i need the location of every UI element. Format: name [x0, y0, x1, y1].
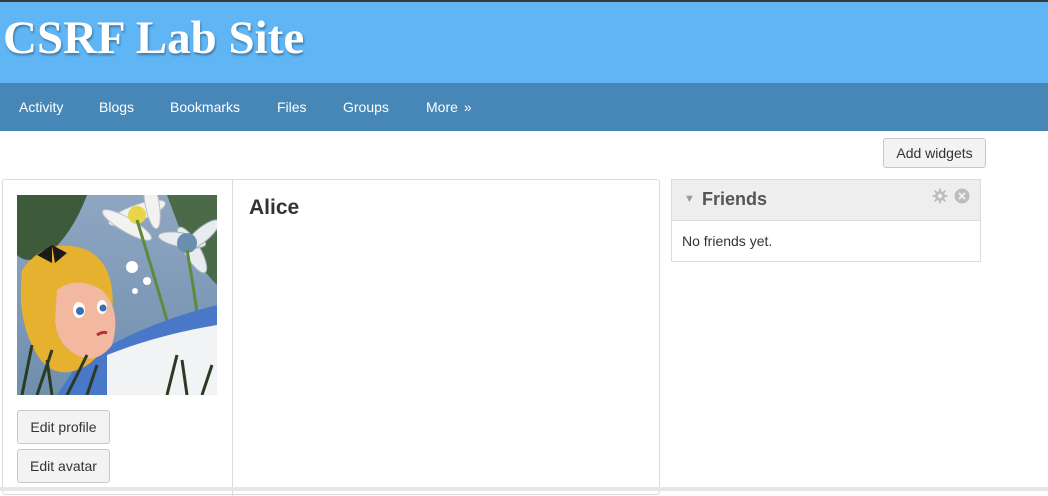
edit-profile-button[interactable]: Edit profile: [17, 410, 110, 444]
friends-widget-title: Friends: [702, 189, 768, 209]
nav-item-files[interactable]: Files: [277, 83, 307, 131]
edit-avatar-button[interactable]: Edit avatar: [17, 449, 110, 483]
nav-item-groups[interactable]: Groups: [343, 83, 389, 131]
page-bottom-border: [0, 487, 1048, 491]
friends-widget: ▼ Friends No friends yet.: [671, 179, 981, 262]
profile-box: Edit profile Edit avatar Alice: [2, 179, 660, 496]
friends-empty-text: No friends yet.: [682, 233, 773, 249]
profile-sidebar: Edit profile Edit avatar: [3, 180, 233, 496]
site-title[interactable]: CSRF Lab Site: [3, 10, 304, 66]
avatar-image: [17, 195, 217, 395]
nav-item-activity[interactable]: Activity: [19, 83, 63, 131]
close-icon[interactable]: [954, 188, 970, 204]
toggle-icon[interactable]: ▼: [684, 193, 695, 205]
friends-widget-header: ▼ Friends: [672, 180, 980, 221]
nav-item-bookmarks[interactable]: Bookmarks: [170, 83, 240, 131]
site-header: CSRF Lab Site: [0, 2, 1048, 83]
add-widgets-button[interactable]: Add widgets: [883, 138, 986, 168]
nav-item-blogs[interactable]: Blogs: [99, 83, 134, 131]
nav-item-more-label: More: [426, 99, 458, 115]
nav-item-more[interactable]: More »: [426, 83, 472, 131]
avatar[interactable]: [17, 195, 217, 395]
profile-name: Alice: [249, 196, 300, 219]
gear-icon[interactable]: [932, 188, 948, 204]
main-navbar: Activity Blogs Bookmarks Files Groups Mo…: [0, 83, 1048, 131]
more-arrow-icon: »: [463, 99, 472, 115]
